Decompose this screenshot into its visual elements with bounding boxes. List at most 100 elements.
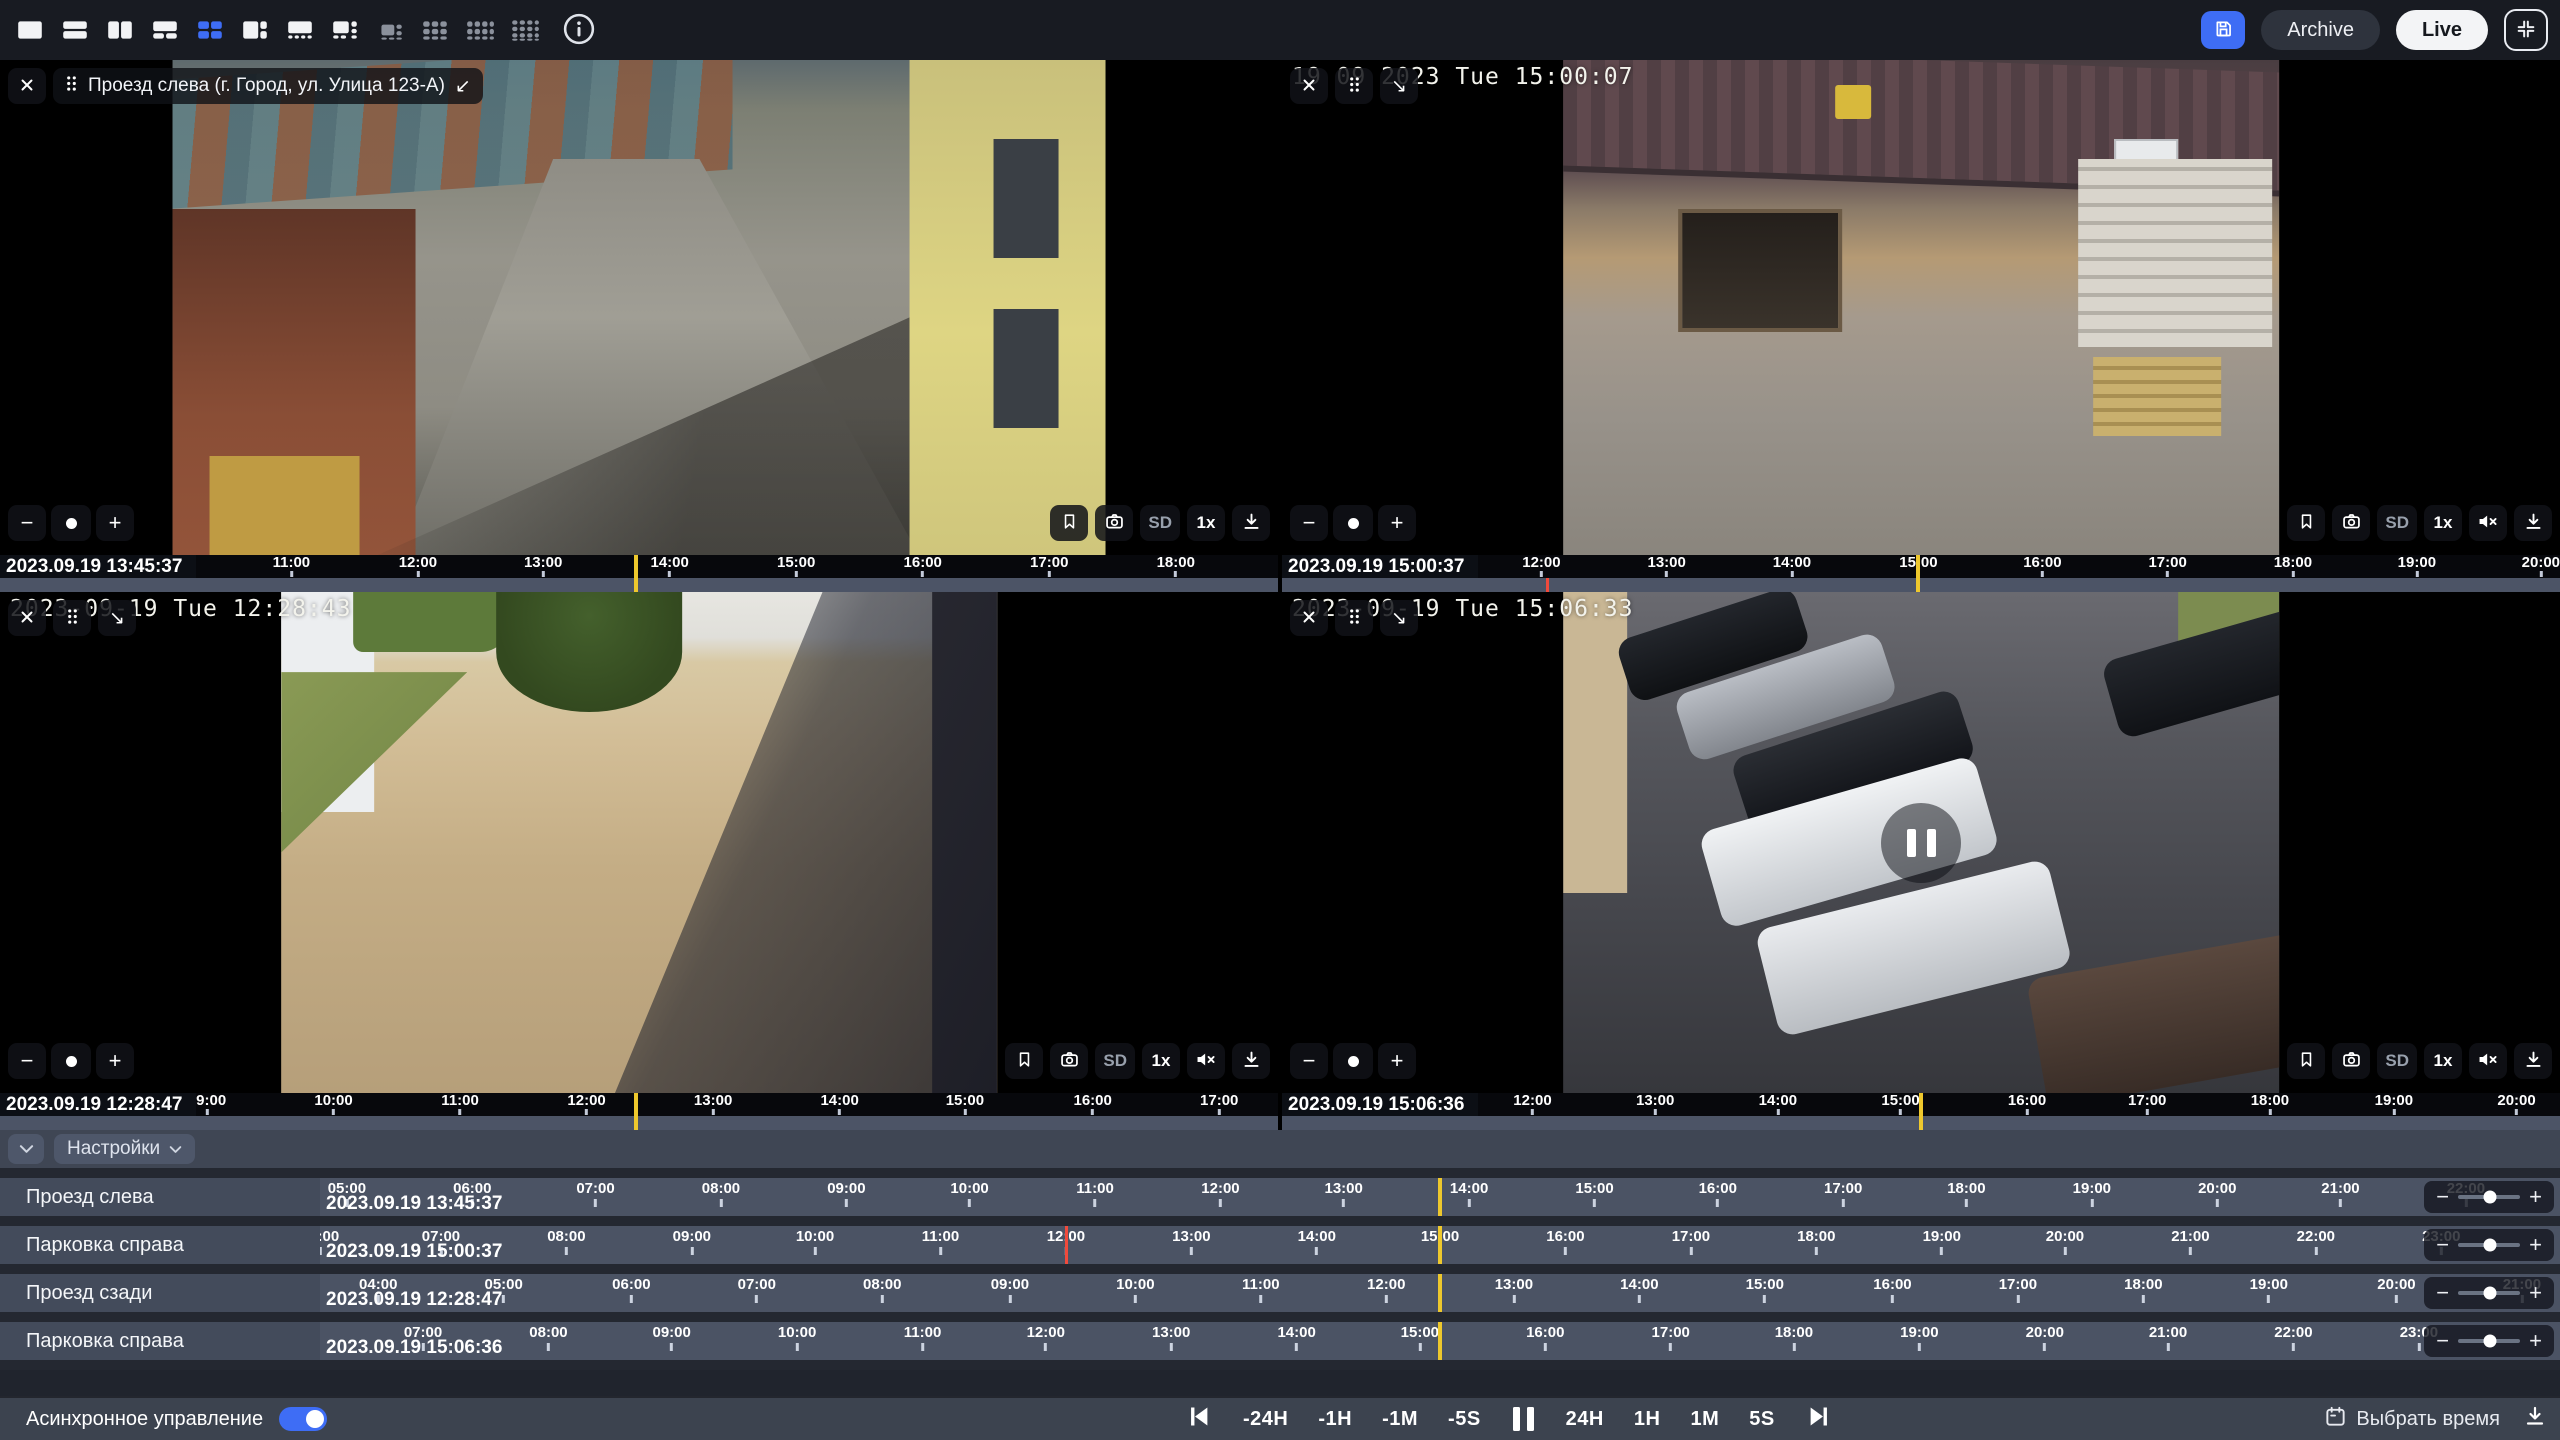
timeline-scrollbar[interactable] <box>1282 578 2560 592</box>
archive-mode-button[interactable]: Archive <box>2261 10 2380 50</box>
mute-button[interactable] <box>2469 1043 2507 1079</box>
snapshot-button[interactable] <box>2332 505 2370 541</box>
zoom-in-button[interactable]: + <box>2529 1186 2542 1208</box>
quality-button[interactable]: SD <box>2377 1043 2417 1079</box>
zoom-out-button[interactable]: − <box>8 1043 46 1079</box>
mute-button[interactable] <box>2469 505 2507 541</box>
zoom-out-button[interactable]: − <box>1290 505 1328 541</box>
step-forward-button-1M[interactable]: 1M <box>1690 1408 1719 1431</box>
timeline-playhead[interactable] <box>1438 1226 1442 1264</box>
snapshot-button[interactable] <box>1050 1043 1088 1079</box>
camera-expand-button[interactable]: ↘ <box>1380 600 1418 636</box>
zoom-slider[interactable] <box>51 1043 91 1079</box>
camera-drag-handle[interactable] <box>53 600 91 636</box>
zoom-slider[interactable] <box>2458 1291 2520 1295</box>
zoom-out-button[interactable]: − <box>8 505 46 541</box>
camera-expand-button[interactable]: ↘ <box>98 600 136 636</box>
camera-title-pill[interactable]: Проезд слева (г. Город, ул. Улица 123-А)… <box>53 68 483 104</box>
zoom-slider[interactable] <box>2458 1243 2520 1247</box>
zoom-slider[interactable] <box>1333 1043 1373 1079</box>
zoom-out-button[interactable]: − <box>2436 1282 2449 1304</box>
quality-button[interactable]: SD <box>1095 1043 1135 1079</box>
camera-expand-button[interactable]: ↘ <box>1380 68 1418 104</box>
pause-overlay-button[interactable] <box>1881 803 1961 883</box>
camera-video-1[interactable]: Проезд слева (г. Город, ул. Улица 123-А)… <box>0 60 1278 555</box>
camera-close-button[interactable] <box>1290 600 1328 636</box>
zoom-in-button[interactable]: + <box>1378 1043 1416 1079</box>
layout-2-cols-button[interactable] <box>102 15 138 45</box>
settings-dropdown-button[interactable]: Настройки <box>54 1134 195 1164</box>
drag-handle-icon[interactable] <box>65 74 78 98</box>
pause-button[interactable] <box>1511 1407 1536 1431</box>
export-download-button[interactable] <box>2524 1405 2546 1433</box>
layout-1-top-2-bottom-button[interactable] <box>147 15 183 45</box>
fullscreen-exit-button[interactable] <box>2504 9 2548 51</box>
zoom-slider[interactable] <box>2458 1195 2520 1199</box>
select-time-button[interactable]: Выбрать время <box>2324 1405 2500 1434</box>
step-forward-button-1H[interactable]: 1H <box>1634 1408 1661 1431</box>
camera-timeline-row[interactable]: 05:0006:0007:0008:0009:0010:0011:0012:00… <box>320 1178 2560 1216</box>
layout-1-plus-5-alt-button[interactable] <box>372 15 408 45</box>
zoom-in-button[interactable]: + <box>2529 1330 2542 1352</box>
timeline-playhead[interactable] <box>634 555 638 592</box>
step-back-button-1H[interactable]: -1H <box>1318 1408 1352 1431</box>
timeline-playhead[interactable] <box>1438 1274 1442 1312</box>
step-back-button-24H[interactable]: -24H <box>1243 1408 1288 1431</box>
skip-to-start-button[interactable] <box>1186 1403 1213 1436</box>
download-button[interactable] <box>1232 1043 1270 1079</box>
camera-timeline[interactable]: 09:0010:0011:0012:0013:0014:0015:0016:00… <box>0 1093 1278 1116</box>
step-back-button-5S[interactable]: -5S <box>1448 1408 1481 1431</box>
timeline-playhead[interactable] <box>634 1093 638 1130</box>
layout-grid-4x3-button[interactable] <box>462 15 498 45</box>
quality-button[interactable]: SD <box>2377 505 2417 541</box>
zoom-out-button[interactable]: − <box>2436 1186 2449 1208</box>
info-button[interactable] <box>563 13 595 48</box>
timeline-scrollbar[interactable] <box>0 1116 1278 1130</box>
camera-list-item[interactable]: Проезд сзади <box>0 1274 320 1312</box>
zoom-slider[interactable] <box>2458 1339 2520 1343</box>
layout-grid-3x3-button[interactable] <box>417 15 453 45</box>
camera-list-item[interactable]: Проезд слева <box>0 1178 320 1216</box>
live-mode-button[interactable]: Live <box>2396 10 2488 50</box>
camera-timeline[interactable]: 10:0011:0012:0013:0014:0015:0016:0017:00… <box>0 555 1278 578</box>
collapse-diagonal-arrow-icon[interactable]: ↙ <box>455 77 471 96</box>
save-layout-button[interactable] <box>2201 11 2245 49</box>
layout-2-rows-button[interactable] <box>57 15 93 45</box>
mute-button[interactable] <box>1187 1043 1225 1079</box>
step-back-button-1M[interactable]: -1M <box>1382 1408 1418 1431</box>
timeline-scrollbar[interactable] <box>0 578 1278 592</box>
playback-speed-button[interactable]: 1x <box>1187 505 1225 541</box>
layout-1-plus-5-button[interactable] <box>327 15 363 45</box>
playback-speed-button[interactable]: 1x <box>2424 505 2462 541</box>
camera-list-item[interactable]: Парковка справа <box>0 1322 320 1360</box>
layout-1-top-4-bottom-button[interactable] <box>282 15 318 45</box>
camera-close-button[interactable] <box>1290 68 1328 104</box>
collapse-panel-button[interactable] <box>8 1134 44 1164</box>
bookmark-button[interactable] <box>1050 505 1088 541</box>
snapshot-button[interactable] <box>1095 505 1133 541</box>
async-control-toggle[interactable] <box>279 1407 327 1431</box>
playback-speed-button[interactable]: 1x <box>2424 1043 2462 1079</box>
camera-timeline[interactable]: 11:0012:0013:0014:0015:0016:0017:0018:00… <box>1282 555 2560 578</box>
zoom-in-button[interactable]: + <box>2529 1234 2542 1256</box>
download-button[interactable] <box>2514 505 2552 541</box>
download-button[interactable] <box>2514 1043 2552 1079</box>
step-forward-button-5S[interactable]: 5S <box>1749 1408 1774 1431</box>
bookmark-button[interactable] <box>2287 505 2325 541</box>
download-button[interactable] <box>1232 505 1270 541</box>
camera-video-3[interactable]: 2023-09-19 Tue 12:28:43 ↘ − + SD 1x <box>0 592 1278 1093</box>
timeline-playhead[interactable] <box>1916 555 1920 592</box>
timeline-playhead[interactable] <box>1438 1178 1442 1216</box>
zoom-out-button[interactable]: − <box>2436 1234 2449 1256</box>
bookmark-button[interactable] <box>2287 1043 2325 1079</box>
camera-drag-handle[interactable] <box>1335 600 1373 636</box>
camera-timeline-row[interactable]: 07:0008:0009:0010:0011:0012:0013:0014:00… <box>320 1322 2560 1360</box>
timeline-playhead[interactable] <box>1919 1093 1923 1130</box>
zoom-out-button[interactable]: − <box>2436 1330 2449 1352</box>
camera-timeline-row[interactable]: 04:0005:0006:0007:0008:0009:0010:0011:00… <box>320 1274 2560 1312</box>
quality-button[interactable]: SD <box>1140 505 1180 541</box>
zoom-out-button[interactable]: − <box>1290 1043 1328 1079</box>
bookmark-button[interactable] <box>1005 1043 1043 1079</box>
snapshot-button[interactable] <box>2332 1043 2370 1079</box>
camera-list-item[interactable]: Парковка справа <box>0 1226 320 1264</box>
